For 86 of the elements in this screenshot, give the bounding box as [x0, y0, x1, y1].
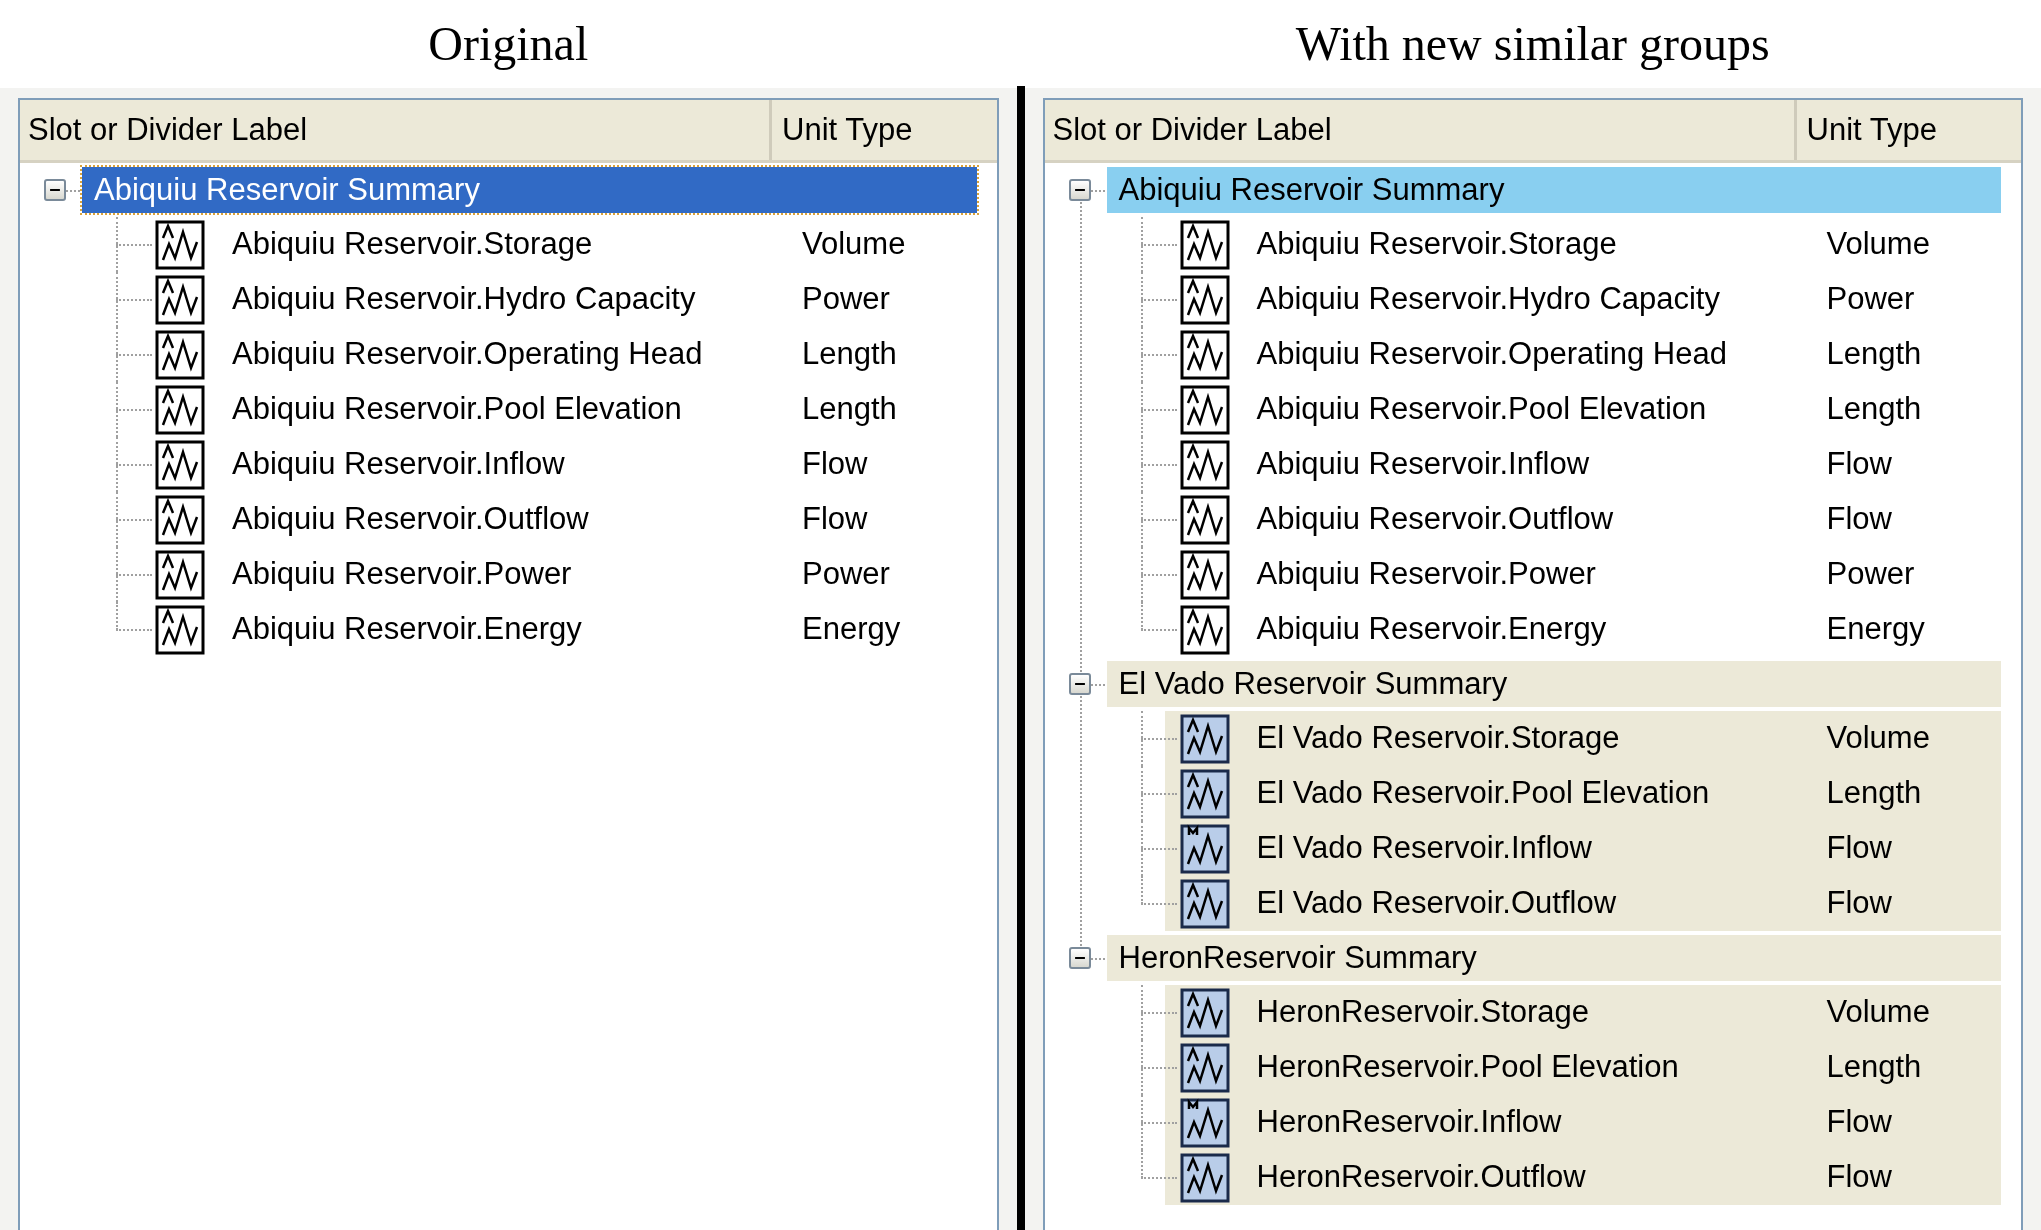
unit-type: Power: [1826, 555, 1915, 594]
unit-type: Volume: [802, 225, 906, 264]
chart-icon: [155, 329, 205, 380]
chart-icon: [1179, 713, 1230, 764]
chart-icon: [155, 274, 205, 325]
chart-icon: [155, 494, 205, 545]
unit-type: Length: [802, 390, 897, 429]
slot-label[interactable]: Abiquiu Reservoir.Storage: [232, 221, 802, 268]
group-row[interactable]: El Vado Reservoir Summary: [1106, 661, 2001, 707]
slot-label[interactable]: Abiquiu Reservoir.Hydro Capacity: [1256, 276, 1827, 323]
unit-type: Volume: [1826, 993, 1930, 1032]
slot-label[interactable]: Abiquiu Reservoir.Outflow: [232, 496, 802, 543]
slot-label[interactable]: Abiquiu Reservoir.Inflow: [232, 441, 802, 488]
slot-label[interactable]: HeronReservoir.Inflow: [1256, 1099, 1827, 1146]
slot-label[interactable]: Abiquiu Reservoir.Pool Elevation: [232, 386, 802, 433]
slot-label[interactable]: Abiquiu Reservoir.Pool Elevation: [1256, 386, 1827, 433]
collapse-icon[interactable]: [1068, 673, 1091, 695]
slot-label[interactable]: Abiquiu Reservoir.Power: [232, 551, 802, 598]
slot-label[interactable]: HeronReservoir.Outflow: [1256, 1154, 1827, 1201]
chart-icon: [1179, 1042, 1230, 1093]
slot-label[interactable]: Abiquiu Reservoir.Operating Head: [232, 331, 802, 378]
slot-label[interactable]: Abiquiu Reservoir.Outflow: [1256, 496, 1827, 543]
unit-type: Power: [802, 280, 890, 319]
chart-icon: [1179, 274, 1230, 325]
chart-icon: [1179, 494, 1230, 545]
slot-label[interactable]: El Vado Reservoir.Outflow: [1256, 880, 1827, 927]
slot-label[interactable]: Abiquiu Reservoir.Inflow: [1256, 441, 1827, 488]
chart-icon: [1179, 384, 1230, 435]
chart-icon: [155, 384, 205, 435]
figure-caption: With new similar groups: [1295, 16, 1770, 72]
unit-type: Length: [1826, 1048, 1922, 1087]
chart-icon: [1179, 1097, 1230, 1148]
collapse-icon[interactable]: [1068, 947, 1091, 969]
slot-label[interactable]: Abiquiu Reservoir.Operating Head: [1256, 331, 1827, 378]
unit-type: Flow: [802, 500, 868, 539]
chart-icon: [155, 549, 205, 600]
slot-label[interactable]: Abiquiu Reservoir.Hydro Capacity: [232, 276, 802, 323]
chart-icon: [1179, 604, 1230, 655]
collapse-icon[interactable]: [44, 179, 66, 201]
slot-label[interactable]: Abiquiu Reservoir.Energy: [232, 606, 802, 653]
unit-type: Power: [1826, 280, 1915, 319]
chart-icon: [1179, 329, 1230, 380]
slot-label[interactable]: Abiquiu Reservoir.Power: [1256, 551, 1827, 598]
chart-icon: [1179, 987, 1230, 1038]
chart-icon: [155, 604, 205, 655]
unit-type: Flow: [1826, 500, 1892, 539]
unit-type: Power: [802, 555, 890, 594]
unit-type: Volume: [1826, 719, 1930, 758]
column-header[interactable]: Unit Type: [1796, 100, 1937, 160]
unit-type: Flow: [1826, 1158, 1892, 1197]
unit-type: Length: [1826, 774, 1922, 813]
figure-caption: Original: [428, 16, 589, 72]
slot-label[interactable]: El Vado Reservoir.Storage: [1256, 715, 1827, 762]
chart-icon: [1179, 768, 1230, 819]
slot-label[interactable]: HeronReservoir.Storage: [1256, 989, 1827, 1036]
unit-type: Flow: [1826, 829, 1892, 868]
column-header[interactable]: Slot or Divider Label: [1044, 100, 1797, 160]
chart-icon: [1179, 823, 1230, 874]
column-header[interactable]: Slot or Divider Label: [20, 100, 772, 160]
unit-type: Energy: [802, 610, 901, 649]
group-row[interactable]: Abiquiu Reservoir Summary: [1106, 167, 2001, 213]
unit-type: Energy: [1826, 610, 1925, 649]
collapse-icon[interactable]: [1068, 179, 1091, 201]
unit-type: Flow: [1826, 1103, 1892, 1142]
unit-type: Volume: [1826, 225, 1930, 264]
chart-icon: [155, 219, 205, 270]
unit-type: Length: [1826, 390, 1922, 429]
unit-type: Flow: [1826, 445, 1892, 484]
slot-label[interactable]: HeronReservoir.Pool Elevation: [1256, 1044, 1827, 1091]
chart-icon: [1179, 549, 1230, 600]
chart-icon: [1179, 439, 1230, 490]
chart-icon: [1179, 1152, 1230, 1203]
slot-label[interactable]: El Vado Reservoir.Pool Elevation: [1256, 770, 1827, 817]
unit-type: Length: [802, 335, 897, 374]
chart-icon: [155, 439, 205, 490]
slot-label[interactable]: Abiquiu Reservoir.Storage: [1256, 221, 1827, 268]
column-header[interactable]: Unit Type: [772, 100, 913, 160]
group-row[interactable]: Abiquiu Reservoir Summary: [82, 167, 977, 213]
chart-icon: [1179, 219, 1230, 270]
unit-type: Flow: [1826, 884, 1892, 923]
slot-label[interactable]: Abiquiu Reservoir.Energy: [1256, 606, 1827, 653]
unit-type: Length: [1826, 335, 1922, 374]
unit-type: Flow: [802, 445, 868, 484]
group-row[interactable]: HeronReservoir Summary: [1106, 935, 2001, 981]
chart-icon: [1179, 878, 1230, 929]
slot-label[interactable]: El Vado Reservoir.Inflow: [1256, 825, 1827, 872]
